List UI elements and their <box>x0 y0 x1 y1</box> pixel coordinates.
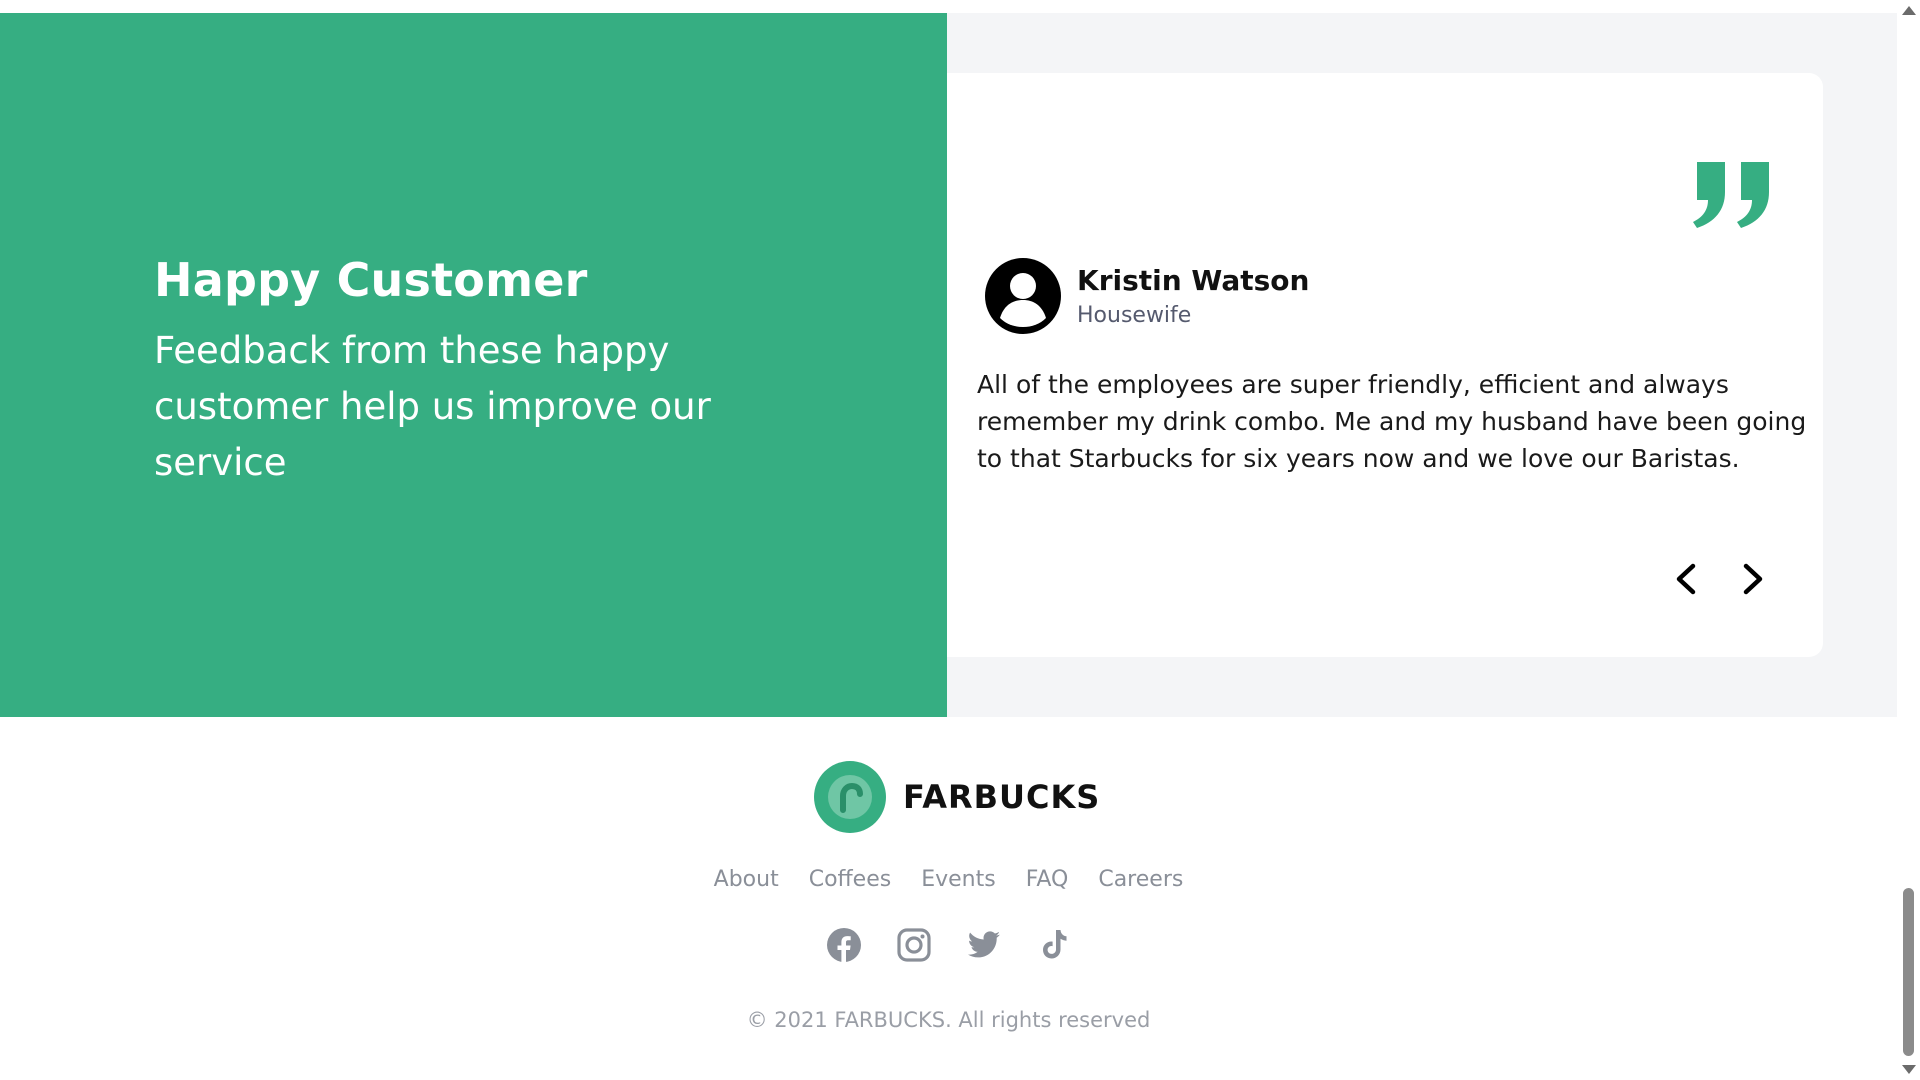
reviewer-role: Housewife <box>1077 303 1192 328</box>
page-viewport: Happy Customer Feedback from these happy… <box>0 0 1897 1080</box>
section-subheading: Feedback from these happy customer help … <box>154 329 711 484</box>
scroll-up-arrow-icon[interactable] <box>1902 6 1916 15</box>
footer-nav: About Coffees Events FAQ Careers <box>0 867 1897 892</box>
chevron-right-icon[interactable] <box>1732 559 1772 599</box>
farbucks-logo-icon <box>814 761 886 833</box>
facebook-icon[interactable] <box>826 927 862 963</box>
review-text: All of the employees are super friendly,… <box>977 370 1807 473</box>
scroll-down-arrow-icon[interactable] <box>1902 1065 1916 1074</box>
section-heading: Happy Customer <box>154 253 588 307</box>
site-footer: FARBUCKS About Coffees Events FAQ Career… <box>0 717 1897 1080</box>
reviewer-name: Kristin Watson <box>1077 264 1310 297</box>
vertical-scrollbar[interactable] <box>1897 0 1920 1080</box>
footer-link-faq[interactable]: FAQ <box>1026 867 1069 892</box>
footer-link-about[interactable]: About <box>714 867 779 892</box>
brand-name: FARBUCKS <box>903 778 1101 816</box>
footer-link-events[interactable]: Events <box>921 867 996 892</box>
copyright-text: © 2021 FARBUCKS. All rights reserved <box>746 1008 1151 1032</box>
closing-quote-icon <box>1689 103 1779 228</box>
social-links <box>0 927 1897 963</box>
instagram-icon[interactable] <box>896 927 932 963</box>
footer-brand[interactable]: FARBUCKS <box>813 760 1100 834</box>
reviewer-text: Kristin Watson Housewife <box>1077 264 1309 328</box>
review-card: Kristin Watson Housewife All of the empl… <box>947 73 1823 657</box>
reviewer-info: Kristin Watson Housewife <box>983 256 1309 336</box>
footer-link-careers[interactable]: Careers <box>1098 867 1183 892</box>
tiktok-icon[interactable] <box>1036 927 1072 963</box>
chevron-left-icon[interactable] <box>1667 559 1707 599</box>
testimonial-intro-panel: Happy Customer Feedback from these happy… <box>0 13 947 717</box>
testimonial-section: Happy Customer Feedback from these happy… <box>0 13 1897 717</box>
twitter-icon[interactable] <box>966 927 1002 963</box>
footer-link-coffees[interactable]: Coffees <box>809 867 892 892</box>
user-avatar-icon <box>985 258 1061 334</box>
scrollbar-thumb[interactable] <box>1903 888 1914 1056</box>
